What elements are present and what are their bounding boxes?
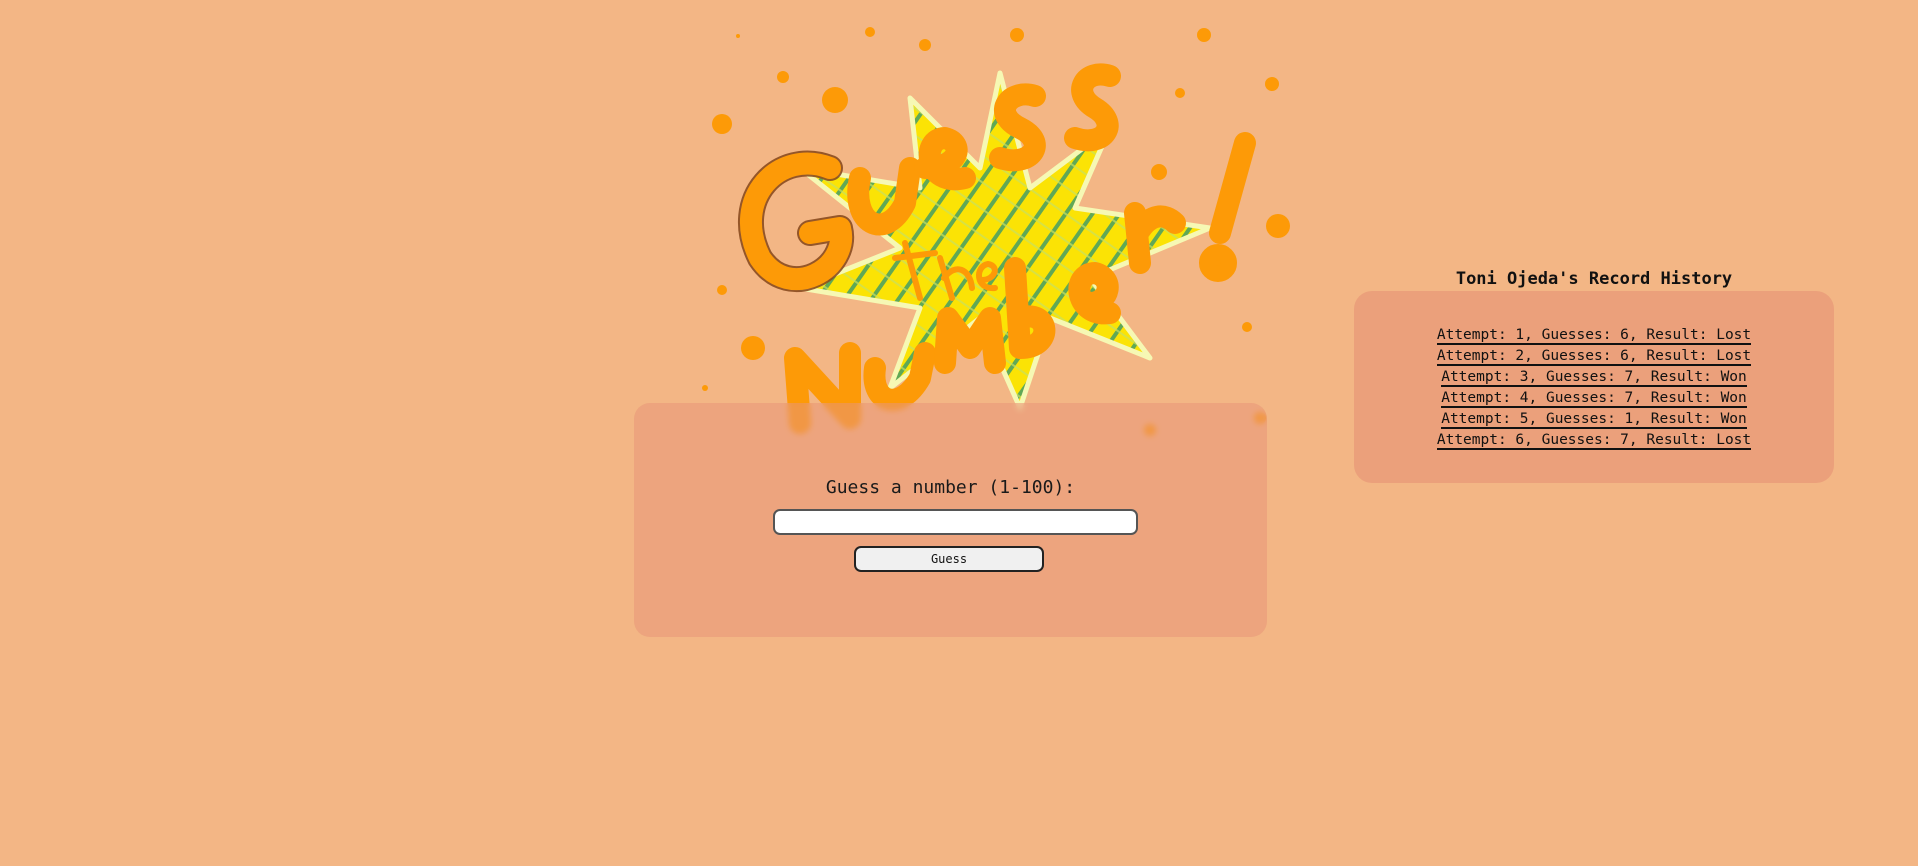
page: Guess a number (1-100): Guess Toni Ojeda… — [0, 0, 1918, 866]
list-item: Attempt: 5, Guesses: 1, Result: Won — [1354, 408, 1834, 429]
record-link-1[interactable]: Attempt: 1, Guesses: 6, Result: Lost — [1436, 327, 1752, 345]
record-history-card: Attempt: 1, Guesses: 6, Result: Lost Att… — [1354, 291, 1834, 483]
list-item: Attempt: 6, Guesses: 7, Result: Lost — [1354, 429, 1834, 450]
record-link-5[interactable]: Attempt: 5, Guesses: 1, Result: Won — [1441, 411, 1747, 429]
guess-number-input[interactable] — [773, 509, 1138, 535]
list-item: Attempt: 1, Guesses: 6, Result: Lost — [1354, 324, 1834, 345]
history-title: Toni Ojeda's Record History — [1455, 269, 1733, 289]
record-link-2[interactable]: Attempt: 2, Guesses: 6, Result: Lost — [1436, 348, 1752, 366]
list-item: Attempt: 4, Guesses: 7, Result: Won — [1354, 387, 1834, 408]
guess-form-card: Guess a number (1-100): Guess — [634, 403, 1267, 637]
record-link-6[interactable]: Attempt: 6, Guesses: 7, Result: Lost — [1436, 432, 1752, 450]
guess-prompt: Guess a number (1-100): — [825, 477, 1076, 498]
record-link-3[interactable]: Attempt: 3, Guesses: 7, Result: Won — [1441, 369, 1747, 387]
list-item: Attempt: 3, Guesses: 7, Result: Won — [1354, 366, 1834, 387]
record-list: Attempt: 1, Guesses: 6, Result: Lost Att… — [1354, 324, 1834, 450]
record-link-4[interactable]: Attempt: 4, Guesses: 7, Result: Won — [1441, 390, 1747, 408]
list-item: Attempt: 2, Guesses: 6, Result: Lost — [1354, 345, 1834, 366]
guess-button[interactable]: Guess — [854, 546, 1044, 572]
